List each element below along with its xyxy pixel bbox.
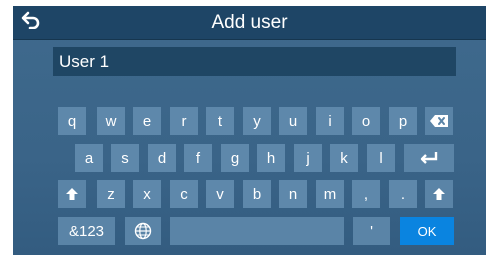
key-k[interactable]: k — [330, 144, 358, 172]
key-o[interactable]: o — [352, 107, 380, 135]
header-bar: Add user — [13, 6, 486, 40]
user-name-input[interactable] — [53, 47, 456, 76]
enter-icon — [419, 151, 439, 165]
key-l[interactable]: l — [367, 144, 395, 172]
key-h[interactable]: h — [257, 144, 285, 172]
key-d[interactable]: d — [148, 144, 176, 172]
key-g[interactable]: g — [221, 144, 249, 172]
key-period[interactable]: . — [389, 180, 417, 208]
back-arrow-icon — [21, 11, 41, 34]
enter-key[interactable] — [404, 144, 454, 172]
back-button[interactable] — [17, 9, 45, 35]
key-apostrophe[interactable]: ' — [353, 217, 390, 245]
key-f[interactable]: f — [184, 144, 212, 172]
key-p[interactable]: p — [389, 107, 417, 135]
add-user-screen: Add user q w e r t y u i o p a s d f g h — [13, 6, 486, 255]
shift-icon — [433, 188, 445, 200]
page-title: Add user — [211, 12, 288, 33]
key-y[interactable]: y — [243, 107, 271, 135]
key-m[interactable]: m — [316, 180, 344, 208]
key-e[interactable]: e — [133, 107, 161, 135]
backspace-key[interactable] — [425, 107, 453, 135]
key-x[interactable]: x — [133, 180, 161, 208]
key-s[interactable]: s — [111, 144, 139, 172]
key-q[interactable]: q — [58, 107, 86, 135]
symbols-key[interactable]: &123 — [58, 217, 115, 245]
language-key[interactable] — [125, 217, 161, 245]
key-comma[interactable]: , — [352, 180, 380, 208]
key-u[interactable]: u — [279, 107, 307, 135]
shift-icon — [66, 188, 78, 200]
key-a[interactable]: a — [75, 144, 103, 172]
key-r[interactable]: r — [170, 107, 198, 135]
globe-icon — [134, 222, 152, 240]
key-j[interactable]: j — [294, 144, 322, 172]
key-c[interactable]: c — [170, 180, 198, 208]
space-key[interactable] — [170, 217, 344, 245]
key-v[interactable]: v — [206, 180, 234, 208]
key-t[interactable]: t — [206, 107, 234, 135]
key-i[interactable]: i — [316, 107, 344, 135]
key-w[interactable]: w — [97, 107, 125, 135]
backspace-icon — [429, 114, 449, 128]
shift-key-right[interactable] — [425, 180, 453, 208]
ok-button[interactable]: OK — [400, 217, 454, 245]
key-n[interactable]: n — [279, 180, 307, 208]
key-z[interactable]: z — [97, 180, 125, 208]
shift-key-left[interactable] — [58, 180, 86, 208]
key-b[interactable]: b — [243, 180, 271, 208]
